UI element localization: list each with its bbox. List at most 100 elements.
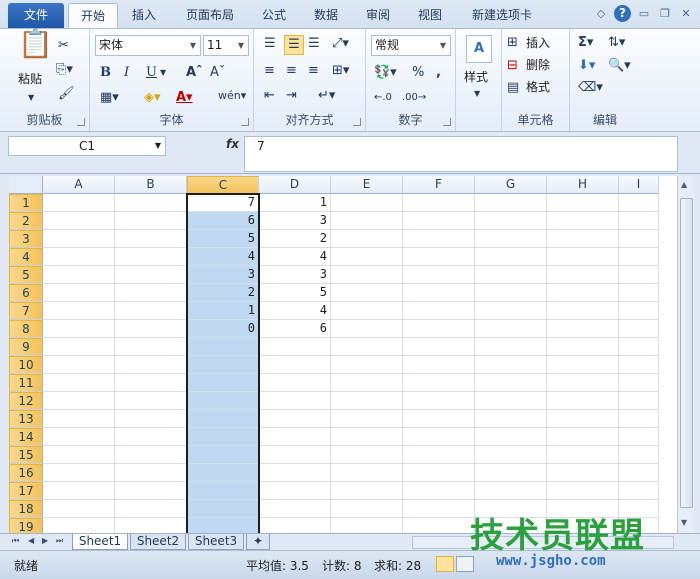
tab-data[interactable]: 数据 [304,3,348,28]
row-header-14[interactable]: 14 [9,428,43,446]
row-header-11[interactable]: 11 [9,374,43,392]
cell-h12[interactable] [547,392,619,410]
cell-b6[interactable] [115,284,187,302]
cell-e4[interactable] [331,248,403,266]
cell-f19[interactable] [403,518,475,533]
cell-e6[interactable] [331,284,403,302]
new-sheet-icon[interactable]: ✦ [246,534,270,550]
cell-c3[interactable]: 5 [187,230,259,248]
cell-i1[interactable] [619,194,659,212]
fill-icon[interactable]: ⬇▾ [578,57,595,75]
cell-e13[interactable] [331,410,403,428]
font-size-combo[interactable]: 11 ▼ [203,35,249,56]
cell-c16[interactable] [187,464,259,482]
cell-e8[interactable] [331,320,403,338]
column-header-d[interactable]: D [259,176,331,194]
cell-b14[interactable] [115,428,187,446]
cell-i3[interactable] [619,230,659,248]
cell-d18[interactable] [259,500,331,518]
select-all-corner[interactable] [9,176,43,194]
paste-icon[interactable]: 📋 [18,30,53,58]
cell-f15[interactable] [403,446,475,464]
align-right-icon[interactable]: ≡ [308,62,319,80]
row-header-3[interactable]: 3 [9,230,43,248]
styles-icon[interactable]: A [466,35,492,63]
paste-button[interactable]: 粘贴 [18,71,42,87]
merge-center-icon[interactable]: ⊞▾ [332,62,349,80]
chevron-down-icon[interactable]: ▼ [474,85,480,103]
cell-g8[interactable] [475,320,547,338]
cell-b11[interactable] [115,374,187,392]
column-header-g[interactable]: G [475,176,547,194]
bottom-align-icon[interactable]: ☰ [308,35,320,53]
cell-c18[interactable] [187,500,259,518]
sheet-tab-sheet3[interactable]: Sheet3 [188,534,244,550]
cell-i2[interactable] [619,212,659,230]
wrap-text-icon[interactable]: ↵▾ [318,87,335,105]
cell-c8[interactable]: 0 [187,320,259,338]
minimize-icon[interactable]: ▭ [636,6,652,22]
font-color-icon[interactable]: A▾ [176,89,193,107]
tab-review[interactable]: 审阅 [356,3,400,28]
cell-d14[interactable] [259,428,331,446]
cell-f2[interactable] [403,212,475,230]
top-align-icon[interactable]: ☰ [264,35,276,53]
insert-cells-icon[interactable]: ⊞ [507,34,518,52]
cell-c6[interactable]: 2 [187,284,259,302]
cell-h10[interactable] [547,356,619,374]
cut-icon[interactable]: ✂ [58,37,69,55]
cell-h14[interactable] [547,428,619,446]
cell-h4[interactable] [547,248,619,266]
orientation-icon[interactable]: ⤢▾ [332,35,349,53]
cell-c17[interactable] [187,482,259,500]
cell-g10[interactable] [475,356,547,374]
cell-d16[interactable] [259,464,331,482]
cell-d6[interactable]: 5 [259,284,331,302]
cell-e9[interactable] [331,338,403,356]
cell-e3[interactable] [331,230,403,248]
chevron-down-icon[interactable]: ▼ [160,64,166,82]
cell-i4[interactable] [619,248,659,266]
row-header-9[interactable]: 9 [9,338,43,356]
column-header-a[interactable]: A [43,176,115,194]
cell-b1[interactable] [115,194,187,212]
cell-h8[interactable] [547,320,619,338]
cell-d2[interactable]: 3 [259,212,331,230]
row-header-18[interactable]: 18 [9,500,43,518]
cell-i8[interactable] [619,320,659,338]
underline-icon[interactable]: U [146,64,157,82]
cell-b13[interactable] [115,410,187,428]
cell-e12[interactable] [331,392,403,410]
cell-i16[interactable] [619,464,659,482]
styles-button[interactable]: 样式 [464,69,488,85]
cell-e1[interactable] [331,194,403,212]
find-select-icon[interactable]: 🔍▾ [608,57,631,75]
cell-g17[interactable] [475,482,547,500]
cell-h9[interactable] [547,338,619,356]
row-header-10[interactable]: 10 [9,356,43,374]
cell-h1[interactable] [547,194,619,212]
row-header-15[interactable]: 15 [9,446,43,464]
tab-file[interactable]: 文件 [8,3,64,28]
next-sheet-icon[interactable]: ▶ [42,536,48,545]
cell-i7[interactable] [619,302,659,320]
cell-f17[interactable] [403,482,475,500]
cell-h6[interactable] [547,284,619,302]
cell-a5[interactable] [43,266,115,284]
cell-d11[interactable] [259,374,331,392]
sheet-tab-sheet1[interactable]: Sheet1 [72,534,128,550]
alignment-launcher[interactable] [353,118,361,126]
row-header-19[interactable]: 19 [9,518,43,533]
vertical-scrollbar[interactable]: ▲ ▼ [677,176,694,533]
cell-d1[interactable]: 1 [259,194,331,212]
cell-a2[interactable] [43,212,115,230]
cell-i12[interactable] [619,392,659,410]
first-sheet-icon[interactable]: ⏮ [12,536,19,546]
cell-a7[interactable] [43,302,115,320]
help-icon[interactable]: ? [614,5,631,22]
column-header-h[interactable]: H [547,176,619,194]
number-format-combo[interactable]: 常规 ▼ [371,35,451,56]
decrease-decimal-icon[interactable]: .00→ [402,89,426,107]
column-header-b[interactable]: B [115,176,187,194]
font-name-combo[interactable]: 宋体 ▼ [95,35,201,56]
